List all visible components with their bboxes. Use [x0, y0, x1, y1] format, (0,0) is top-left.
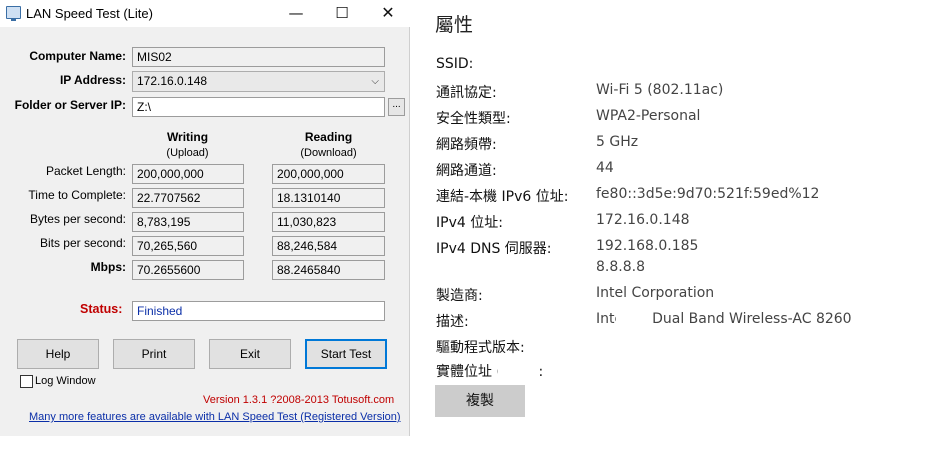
- minimize-button[interactable]: —: [273, 0, 319, 27]
- bits-per-second-label: Bits per second:: [39, 236, 126, 250]
- manufacturer-value: Intel Corporation: [596, 285, 715, 301]
- protocol-value: Wi-Fi 5 (802.11ac): [596, 82, 724, 98]
- ipv4-label: IPv4 位址:: [436, 215, 503, 231]
- description-label: 描述:: [436, 314, 469, 330]
- packet-length-reading: 200,000,000: [272, 164, 385, 184]
- ip-address-value: 172.16.0.148: [137, 74, 208, 88]
- ipv6-value: fe80::3d5e:9d70:521f:59ed%12: [596, 186, 820, 202]
- lan-speed-test-window: LAN Speed Test (Lite) — ☐ ✕ Computer Nam…: [0, 0, 410, 436]
- packet-length-label: Packet Length:: [45, 164, 126, 178]
- security-type-label: 安全性類型:: [436, 111, 511, 127]
- manufacturer-label: 製造商:: [436, 288, 483, 304]
- packet-length-writing: 200,000,000: [132, 164, 244, 184]
- time-writing: 22.7707562: [132, 188, 244, 208]
- bytes-reading: 11,030,823: [272, 212, 385, 232]
- properties-title: 屬性: [435, 14, 474, 36]
- reading-header: Reading: [304, 130, 353, 144]
- exit-button[interactable]: Exit: [209, 339, 291, 369]
- redaction-mark: [616, 311, 652, 329]
- log-window-checkbox[interactable]: [20, 375, 33, 388]
- status-label: Status:: [80, 302, 123, 316]
- version-text: Version 1.3.1 ?2008-2013 Totusoft.com: [203, 394, 395, 406]
- ssid-label: SSID:: [436, 56, 474, 72]
- mbps-reading: 88.2465840: [272, 260, 385, 280]
- download-subheader: (Download): [300, 147, 357, 159]
- driver-version-label: 驅動程式版本:: [436, 340, 525, 356]
- registered-version-link[interactable]: Many more features are available with LA…: [29, 411, 401, 423]
- bits-writing: 70,265,560: [132, 236, 244, 256]
- close-button[interactable]: ✕: [365, 0, 411, 27]
- ipv6-label: 連結-本機 IPv6 位址:: [436, 189, 569, 205]
- folder-server-label: Folder or Server IP:: [14, 98, 126, 112]
- help-button[interactable]: Help: [17, 339, 99, 369]
- mbps-writing: 70.2655600: [132, 260, 244, 280]
- log-window-label: Log Window: [35, 375, 96, 387]
- copy-button[interactable]: 複製: [435, 385, 525, 417]
- browse-button[interactable]: ...: [388, 98, 405, 116]
- maximize-button[interactable]: ☐: [319, 0, 365, 27]
- ip-address-label: IP Address:: [59, 73, 126, 87]
- writing-header: Writing: [166, 130, 209, 144]
- ipv4-value: 172.16.0.148: [596, 212, 690, 228]
- mbps-label: Mbps:: [90, 260, 126, 274]
- ipv4-dns-value-1: 192.168.0.185: [596, 238, 699, 254]
- redaction-mark: [498, 362, 538, 378]
- bytes-per-second-label: Bytes per second:: [29, 212, 126, 226]
- status-field: Finished: [132, 301, 385, 321]
- network-channel-value: 44: [596, 160, 614, 176]
- network-channel-label: 網路通道:: [436, 163, 497, 179]
- ip-address-select[interactable]: 172.16.0.148 ⌵: [132, 71, 385, 92]
- bytes-writing: 8,783,195: [132, 212, 244, 232]
- security-type-value: WPA2-Personal: [596, 108, 701, 124]
- folder-server-input[interactable]: Z:\: [132, 97, 385, 117]
- ipv4-dns-label: IPv4 DNS 伺服器:: [436, 241, 552, 257]
- network-band-value: 5 GHz: [596, 134, 639, 150]
- time-reading: 18.1310140: [272, 188, 385, 208]
- bits-reading: 88,246,584: [272, 236, 385, 256]
- computer-name-label: Computer Name:: [29, 49, 126, 63]
- computer-name-field[interactable]: MIS02: [132, 47, 385, 67]
- chevron-down-icon: ⌵: [371, 76, 379, 87]
- print-button[interactable]: Print: [113, 339, 195, 369]
- protocol-label: 通訊協定:: [436, 85, 497, 101]
- ipv4-dns-value-2: 8.8.8.8: [596, 259, 645, 275]
- window-title: LAN Speed Test (Lite): [26, 6, 153, 21]
- network-band-label: 網路頻帶:: [436, 137, 497, 153]
- app-monitor-icon: [6, 6, 21, 21]
- start-test-button[interactable]: Start Test: [305, 339, 387, 369]
- time-to-complete-label: Time to Complete:: [28, 188, 126, 202]
- title-bar[interactable]: LAN Speed Test (Lite) — ☐ ✕: [0, 0, 410, 27]
- upload-subheader: (Upload): [166, 147, 209, 159]
